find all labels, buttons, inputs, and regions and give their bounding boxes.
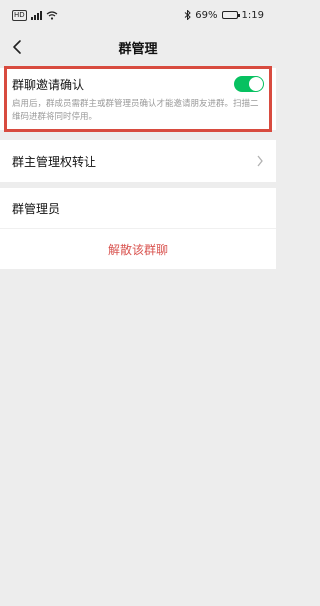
wifi-icon: [46, 10, 58, 20]
page-title: 群管理: [118, 41, 158, 57]
battery-icon: [221, 11, 240, 19]
dismiss-group-label: 解散该群聊: [107, 242, 168, 257]
admins-item[interactable]: 群管理员: [0, 188, 276, 229]
invite-confirm-section: 群聊邀请确认 启用后，群成员需群主或群管理员确认才能邀请朋友进群。扫描二维码进群…: [0, 68, 276, 130]
owner-transfer-label: 群主管理权转让: [12, 154, 97, 169]
bluetooth-icon: [184, 10, 192, 20]
invite-confirm-row: 群聊邀请确认: [0, 72, 276, 96]
invite-confirm-description: 启用后，群成员需群主或群管理员确认才能邀请朋友进群。扫描二维码进群将同时停用。: [12, 99, 259, 122]
status-bar-left: HD: [12, 9, 58, 21]
nav-bar: 群管理: [0, 30, 276, 64]
dismiss-group-button[interactable]: 解散该群聊: [0, 229, 276, 269]
status-time: 1:19: [241, 9, 264, 21]
status-bar: HD 69% 1:19: [0, 0, 276, 30]
owner-transfer-item[interactable]: 群主管理权转让: [0, 140, 276, 182]
chevron-right-icon: [257, 155, 263, 167]
hd-badge: HD: [12, 9, 27, 21]
invite-confirm-toggle[interactable]: [234, 76, 264, 92]
back-icon[interactable]: [8, 37, 28, 57]
admins-label: 群管理员: [12, 201, 61, 216]
signal-icon: [30, 10, 42, 20]
status-bar-right: 69% 1:19: [184, 10, 264, 21]
battery-percent: 69%: [195, 9, 218, 21]
invite-confirm-label: 群聊邀请确认: [12, 77, 85, 92]
toggle-knob: [249, 77, 263, 91]
